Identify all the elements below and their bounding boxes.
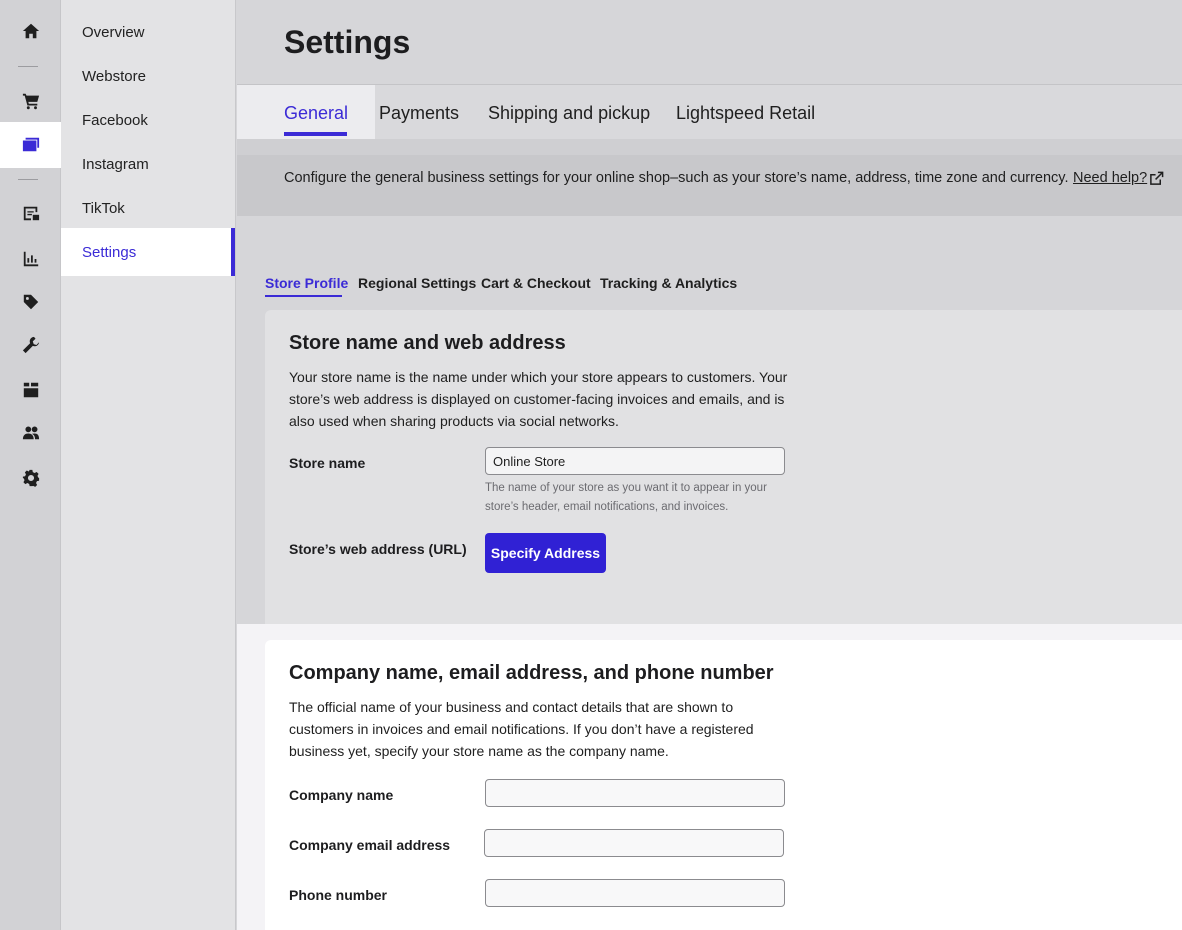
reports-icon bbox=[23, 251, 38, 267]
rail-divider bbox=[18, 179, 38, 180]
company-name-label: Company name bbox=[289, 787, 394, 803]
phone-number-input[interactable] bbox=[485, 879, 785, 907]
rail-catalog-button[interactable] bbox=[0, 368, 61, 412]
rail-home-button[interactable] bbox=[0, 9, 61, 53]
company-name-input[interactable] bbox=[485, 779, 785, 807]
sidebar-item-instagram[interactable]: Instagram bbox=[61, 142, 236, 186]
company-email-input[interactable] bbox=[484, 829, 784, 857]
home-icon bbox=[22, 23, 39, 39]
store-section-description: Your store name is the name under which … bbox=[289, 369, 788, 429]
company-section-description: The official name of your business and c… bbox=[289, 699, 754, 759]
rail-customers-button[interactable] bbox=[0, 411, 61, 455]
subtab-store-profile[interactable]: Store Profile bbox=[265, 275, 348, 291]
settings-tabs: General Payments Shipping and pickup Lig… bbox=[237, 85, 1182, 155]
tabs-strip bbox=[237, 139, 1182, 155]
rail-reports-button[interactable] bbox=[0, 237, 61, 281]
phone-number-label: Phone number bbox=[289, 887, 388, 903]
store-section-title: Store name and web address bbox=[289, 332, 566, 354]
rail-tools-button[interactable] bbox=[0, 323, 61, 367]
gear-icon bbox=[22, 469, 39, 487]
company-area: Company name, email address, and phone n… bbox=[237, 624, 1182, 930]
tab-general[interactable]: General bbox=[284, 103, 348, 124]
specify-address-button[interactable]: Specify Address bbox=[485, 533, 606, 573]
page-description: Configure the general business settings … bbox=[237, 155, 1182, 216]
tab-lightspeed-retail[interactable]: Lightspeed Retail bbox=[676, 103, 815, 124]
icon-rail bbox=[0, 0, 61, 930]
description-text: Configure the general business settings … bbox=[284, 170, 1069, 186]
sidebar-item-facebook[interactable]: Facebook bbox=[61, 98, 236, 142]
rail-cart-button[interactable] bbox=[0, 79, 61, 123]
page-header: Settings bbox=[237, 0, 1182, 85]
company-email-label: Company email address bbox=[289, 837, 451, 853]
store-name-label: Store name bbox=[289, 455, 366, 471]
store-name-hint: The name of your store as you want it to… bbox=[485, 482, 767, 513]
tab-payments[interactable]: Payments bbox=[379, 103, 459, 124]
web-address-label: Store’s web address (URL) bbox=[289, 541, 467, 557]
company-section-title: Company name, email address, and phone n… bbox=[289, 662, 774, 684]
sidebar-item-overview[interactable]: Overview bbox=[61, 10, 236, 54]
channels-icon bbox=[22, 137, 39, 152]
subtab-cart-checkout[interactable]: Cart & Checkout bbox=[481, 275, 591, 291]
customers-icon bbox=[22, 426, 39, 440]
active-subtab-indicator bbox=[265, 295, 342, 297]
need-help-link[interactable]: Need help? bbox=[1073, 170, 1147, 186]
rail-orders-button[interactable] bbox=[0, 191, 61, 235]
subtab-regional-settings[interactable]: Regional Settings bbox=[358, 275, 476, 291]
sidebar-item-settings[interactable]: Settings bbox=[61, 228, 235, 276]
rail-settings-button[interactable] bbox=[0, 456, 61, 500]
store-name-input[interactable] bbox=[485, 447, 785, 475]
sidebar-item-tiktok[interactable]: TikTok bbox=[61, 186, 236, 230]
page-title: Settings bbox=[284, 24, 411, 60]
store-name-card: Store name and web address Your store na… bbox=[265, 310, 1182, 624]
rail-divider bbox=[18, 66, 38, 67]
channel-sidebar: Overview Webstore Facebook Instagram Tik… bbox=[61, 0, 236, 930]
main-content: Settings General Payments Shipping and p… bbox=[237, 0, 1182, 930]
company-card: Company name, email address, and phone n… bbox=[265, 640, 1182, 930]
orders-icon bbox=[23, 206, 39, 221]
active-tab-indicator bbox=[284, 132, 347, 136]
tab-shipping-and-pickup[interactable]: Shipping and pickup bbox=[488, 103, 650, 124]
cart-icon bbox=[22, 93, 39, 110]
rail-discounts-button[interactable] bbox=[0, 280, 61, 324]
sidebar-item-webstore[interactable]: Webstore bbox=[61, 54, 236, 98]
external-link-icon[interactable] bbox=[1149, 171, 1164, 186]
rail-channels-button[interactable] bbox=[0, 122, 61, 168]
wrench-icon bbox=[22, 336, 39, 354]
store-profile-area: Store Profile Regional Settings Cart & C… bbox=[237, 216, 1182, 624]
subtab-tracking-analytics[interactable]: Tracking & Analytics bbox=[600, 275, 737, 291]
tag-icon bbox=[23, 294, 38, 310]
catalog-icon bbox=[23, 382, 38, 398]
